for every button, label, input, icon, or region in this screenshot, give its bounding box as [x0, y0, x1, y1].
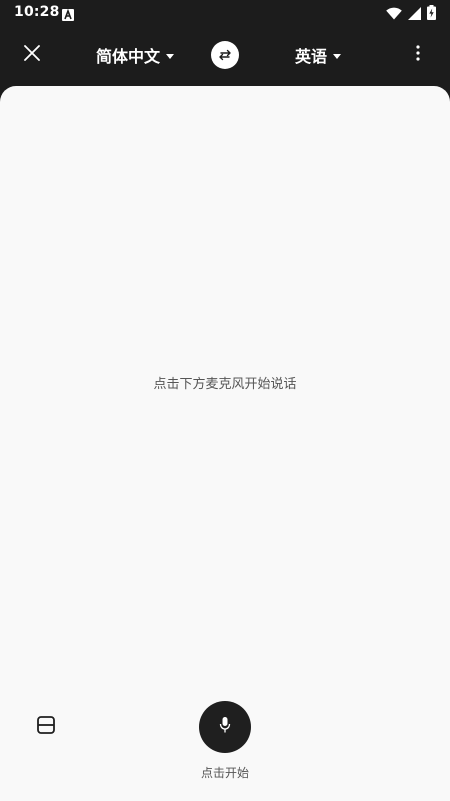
status-time: 10:28: [14, 4, 60, 20]
conversation-area: 点击下方麦克风开始说话 点击开始: [0, 86, 450, 801]
status-icons: [386, 5, 436, 24]
swap-languages-button[interactable]: [211, 41, 239, 69]
target-language-label: 英语: [295, 47, 328, 66]
more-vertical-icon: [416, 45, 420, 65]
close-button[interactable]: [16, 39, 48, 71]
conversation-screen: 10:28 简体中文 英语 点击下方麦克风开始说话 点击开始: [0, 0, 450, 801]
battery-charging-icon: [427, 5, 436, 24]
chevron-down-icon: [333, 53, 342, 59]
wifi-icon: [386, 5, 402, 24]
split-layout-icon: [37, 716, 55, 738]
microphone-icon: [219, 716, 231, 738]
source-language-select[interactable]: 简体中文: [96, 42, 175, 68]
more-options-button[interactable]: [402, 39, 434, 71]
signal-icon: [408, 5, 421, 24]
layout-toggle-button[interactable]: [30, 711, 62, 743]
chevron-down-icon: [166, 53, 175, 59]
microphone-button[interactable]: [199, 701, 251, 753]
top-app-bar: 简体中文 英语: [0, 26, 450, 84]
font-a-icon: [62, 6, 74, 21]
swap-arrows-icon: [218, 46, 232, 65]
source-language-label: 简体中文: [96, 47, 161, 66]
target-language-select[interactable]: 英语: [295, 42, 342, 68]
speak-hint-text: 点击下方麦克风开始说话: [153, 377, 297, 392]
status-bar: 10:28: [0, 0, 450, 26]
close-icon: [24, 45, 40, 65]
microphone-label: 点击开始: [200, 766, 249, 780]
